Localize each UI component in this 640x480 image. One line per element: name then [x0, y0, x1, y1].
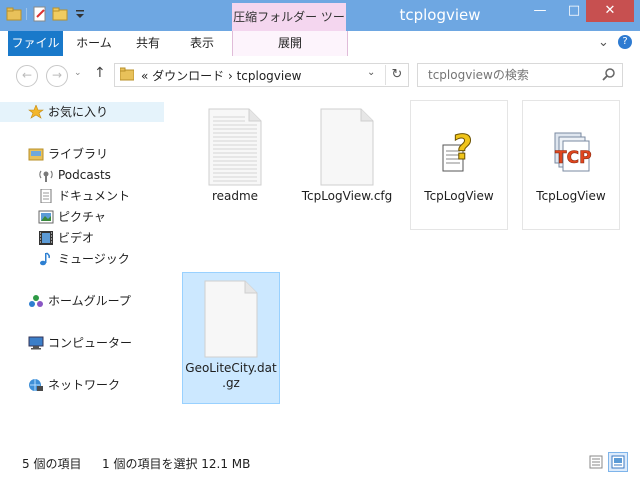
file-tile[interactable]: TCP TcpLogView	[522, 100, 620, 230]
tab-extract[interactable]: 展開	[232, 31, 348, 56]
file-name: TcpLogView.cfg	[301, 189, 393, 203]
search-icon[interactable]	[602, 67, 616, 81]
sidebar-item-label: コンピューター	[48, 336, 133, 350]
up-button[interactable]: ↑	[94, 65, 106, 81]
sidebar-item-label: ライブラリ	[48, 147, 109, 161]
address-bar[interactable]: « ダウンロード › tcplogview ⌄ ↻	[114, 63, 409, 87]
divider-icon	[26, 6, 28, 22]
homegroup-icon	[28, 294, 44, 308]
tcplogview-app-icon: TCP	[541, 107, 601, 187]
quick-access-toolbar	[6, 6, 88, 22]
tab-view[interactable]: 表示	[180, 31, 224, 56]
file-tile[interactable]: TcpLogView.cfg	[298, 100, 396, 230]
tab-share[interactable]: 共有	[128, 31, 168, 56]
file-name: TcpLogView	[536, 189, 606, 203]
customize-qat-icon[interactable]	[72, 6, 88, 22]
sidebar-item-music[interactable]: ミュージック	[0, 249, 164, 269]
sidebar-item-favorites[interactable]: お気に入り	[0, 102, 164, 122]
large-icons-view-icon[interactable]	[608, 452, 628, 472]
file-name: GeoLiteCity.dat .gz	[183, 361, 279, 391]
sidebar-item-label: ミュージック	[58, 252, 130, 266]
explorer-window: 圧縮フォルダー ツール tcplogview — □ ✕ ファイル ホーム 共有…	[0, 0, 640, 480]
sidebar-item-network[interactable]: ネットワーク	[0, 375, 164, 395]
sidebar-item-podcasts[interactable]: Podcasts	[0, 165, 164, 185]
sidebar-item-documents[interactable]: ドキュメント	[0, 186, 164, 206]
sidebar-item-pictures[interactable]: ピクチャ	[0, 207, 164, 227]
svg-text:TCP: TCP	[555, 148, 592, 168]
computer-icon	[28, 336, 44, 350]
text-document-icon	[205, 107, 265, 187]
details-view-icon[interactable]	[586, 452, 606, 472]
sidebar-item-label: ピクチャ	[58, 210, 106, 224]
file-name-line: .gz	[222, 376, 240, 390]
forward-button[interactable]: →	[46, 65, 68, 87]
sidebar-item-library[interactable]: ライブラリ	[0, 144, 164, 164]
ribbon-tab-row: ファイル ホーム 共有 表示 展開 ⌄ ?	[0, 31, 640, 57]
file-tile[interactable]: ? TcpLogView	[410, 100, 508, 230]
sidebar-item-homegroup[interactable]: ホームグループ	[0, 291, 164, 311]
address-row: ← → ⌄ ↑ « ダウンロード › tcplogview ⌄ ↻	[0, 56, 640, 94]
tab-file[interactable]: ファイル	[8, 31, 63, 56]
sidebar-item-computer[interactable]: コンピューター	[0, 333, 164, 353]
document-icon	[38, 188, 54, 204]
picture-icon	[38, 210, 54, 224]
status-bar: 5 個の項目 1 個の項目を選択 12.1 MB	[0, 446, 640, 480]
sidebar-item-label: ネットワーク	[48, 378, 121, 392]
sidebar-item-label: ホームグループ	[48, 294, 131, 308]
svg-text:?: ?	[453, 128, 473, 168]
podcast-icon	[38, 168, 54, 182]
file-name: readme	[211, 189, 259, 203]
file-list: readme TcpLogView.cfg ? TcpLogView TCP T…	[166, 94, 640, 446]
star-icon	[28, 104, 44, 119]
sidebar-item-label: ドキュメント	[58, 189, 131, 203]
blank-document-icon	[201, 279, 261, 359]
folder-icon[interactable]	[6, 6, 22, 22]
help-icon[interactable]: ?	[618, 35, 632, 49]
help-file-icon: ?	[429, 107, 489, 187]
library-icon	[28, 147, 44, 161]
refresh-button[interactable]: ↻	[385, 65, 408, 85]
search-input[interactable]	[426, 66, 590, 84]
sidebar-item-label: お気に入り	[48, 105, 109, 119]
file-tile[interactable]: readme	[186, 100, 284, 230]
close-button[interactable]: ✕	[586, 0, 634, 22]
address-dropdown-icon[interactable]: ⌄	[367, 67, 375, 78]
recent-locations-icon[interactable]: ⌄	[74, 68, 82, 78]
context-tab-group-label: 圧縮フォルダー ツール	[232, 3, 346, 52]
network-icon	[28, 378, 44, 392]
sidebar-item-videos[interactable]: ビデオ	[0, 228, 164, 248]
main-area: ← → ⌄ ↑ « ダウンロード › tcplogview ⌄ ↻ tcplog…	[0, 56, 640, 480]
music-icon	[38, 252, 54, 266]
properties-icon[interactable]	[32, 6, 48, 22]
item-count: 5 個の項目	[22, 457, 82, 471]
navigation-pane: お気に入り ライブラリ Podcasts ドキュメント ピクチャ ビデオ ミュー…	[0, 94, 166, 446]
file-name-line: GeoLiteCity.dat	[185, 361, 277, 375]
new-folder-icon[interactable]	[52, 6, 68, 22]
sidebar-item-label: ビデオ	[58, 231, 95, 245]
video-icon	[38, 231, 54, 245]
search-box[interactable]	[417, 63, 623, 87]
sidebar-item-label: Podcasts	[58, 168, 111, 182]
file-tile-selected[interactable]: GeoLiteCity.dat .gz	[182, 272, 280, 404]
blank-document-icon	[317, 107, 377, 187]
address-path[interactable]: « ダウンロード › tcplogview	[141, 67, 301, 84]
window-title: tcplogview	[399, 6, 481, 24]
back-button[interactable]: ←	[16, 65, 38, 87]
folder-icon	[119, 67, 135, 81]
selection-info: 1 個の項目を選択 12.1 MB	[102, 457, 251, 471]
tab-home[interactable]: ホーム	[72, 31, 116, 56]
ribbon-expand-icon[interactable]: ⌄	[598, 35, 609, 50]
title-bar[interactable]: 圧縮フォルダー ツール tcplogview — □ ✕	[0, 0, 640, 52]
file-name: TcpLogView	[424, 189, 494, 203]
